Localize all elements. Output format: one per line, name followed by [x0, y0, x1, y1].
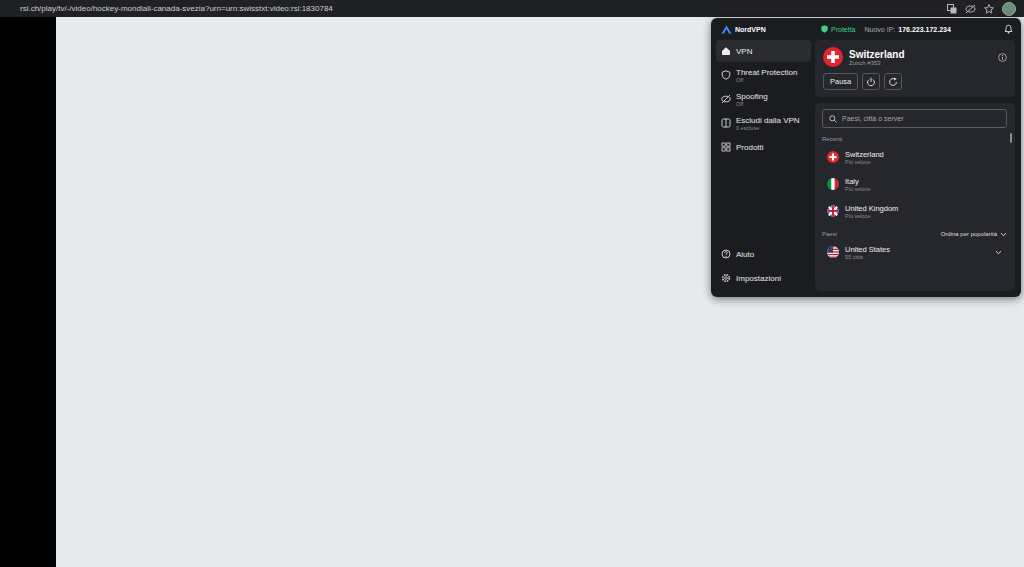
- server-list-card: Paesi, città o server Recenti SwitzerlandP…: [815, 103, 1015, 291]
- pause-button[interactable]: Pausa: [823, 73, 858, 90]
- screen: rsi.ch/play/tv/-/video/hockey-mondiali-c…: [0, 0, 1024, 567]
- refresh-icon: [888, 77, 898, 87]
- disconnect-button[interactable]: [862, 73, 880, 90]
- eye-slash-icon[interactable]: [965, 4, 976, 14]
- nav-footer: AiutoImpostazioni: [716, 243, 811, 289]
- vpn-popup: NordVPNProtettaNuovo IP:176.223.172.234V…: [711, 18, 1021, 297]
- help-icon: [721, 249, 731, 259]
- chevron-down-icon: [1000, 232, 1007, 237]
- sort-dropdown[interactable]: Ordina per popolarità: [941, 231, 1007, 237]
- address-bar[interactable]: rsi.ch/play/tv/-/video/hockey-mondiali-c…: [20, 4, 939, 13]
- nav-list: VPNThreat ProtectionOffSpoofingOffEsclud…: [716, 40, 811, 158]
- gear-icon: [721, 273, 731, 283]
- recent-title: Recenti: [822, 136, 1007, 142]
- recent-server-row[interactable]: SwitzerlandPiù veloce: [822, 145, 1007, 169]
- info-icon[interactable]: [998, 53, 1007, 62]
- nav-item[interactable]: Prodotti: [716, 136, 811, 158]
- bell-icon[interactable]: [1004, 24, 1013, 34]
- spoof-icon: [721, 94, 731, 104]
- current-country: Switzerland: [849, 49, 992, 60]
- connection-status: ProtettaNuovo IP:176.223.172.234: [821, 25, 1004, 33]
- nav-item[interactable]: Escludi dalla VPN0 escluse: [716, 112, 811, 134]
- it-flag-icon: [827, 178, 839, 190]
- recent-server-row[interactable]: ItalyPiù veloce: [822, 172, 1007, 196]
- sidebar: VPNThreat ProtectionOffSpoofingOffEsclud…: [711, 40, 815, 297]
- nav-item[interactable]: VPN: [716, 40, 811, 62]
- letterbox: [0, 17, 56, 567]
- shield-check-icon: [821, 25, 828, 33]
- nav-item[interactable]: Threat ProtectionOff: [716, 64, 811, 86]
- vpn-body: VPNThreat ProtectionOffSpoofingOffEsclud…: [711, 40, 1021, 297]
- reconnect-button[interactable]: [884, 73, 902, 90]
- countries-header: PaesiOrdina per popolarità: [822, 231, 1007, 237]
- search-field[interactable]: Paesi, città o server: [822, 109, 1007, 128]
- vpn-header: NordVPNProtettaNuovo IP:176.223.172.234: [711, 18, 1021, 40]
- brand-logo: NordVPN: [721, 25, 821, 34]
- nordvpn-mountain-icon: [721, 25, 732, 34]
- toolbar-icons: [947, 2, 1016, 16]
- nav-item[interactable]: Impostazioni: [716, 267, 811, 289]
- search-icon: [829, 115, 837, 123]
- grid-icon: [721, 142, 731, 152]
- country-row[interactable]: United States55 città: [822, 240, 1007, 264]
- ch-flag-icon: [827, 151, 839, 163]
- split-icon: [721, 118, 731, 128]
- recent-server-row[interactable]: United KingdomPiù veloce: [822, 199, 1007, 223]
- connection-buttons: Pausa: [823, 73, 1007, 90]
- translate-icon[interactable]: [947, 4, 957, 14]
- main-panel: SwitzerlandZurich #353 Pausa Paesi, città …: [815, 40, 1021, 297]
- scrollbar[interactable]: [1010, 133, 1012, 143]
- current-server: Zurich #353: [849, 60, 992, 66]
- nav-item[interactable]: Aiuto: [716, 243, 811, 265]
- ch-flag-icon: [823, 47, 843, 67]
- profile-icon[interactable]: [1002, 2, 1016, 16]
- gb-flag-icon: [827, 205, 839, 217]
- home-icon: [721, 46, 731, 56]
- shield-icon: [721, 70, 731, 80]
- nav-item[interactable]: SpoofingOff: [716, 88, 811, 110]
- chevron-down-icon[interactable]: [995, 250, 1002, 255]
- power-icon: [866, 77, 876, 87]
- browser-toolbar: rsi.ch/play/tv/-/video/hockey-mondiali-c…: [0, 0, 1024, 17]
- current-server-card: SwitzerlandZurich #353 Pausa: [815, 40, 1015, 97]
- star-icon[interactable]: [984, 4, 994, 14]
- us-flag-icon: [827, 246, 839, 258]
